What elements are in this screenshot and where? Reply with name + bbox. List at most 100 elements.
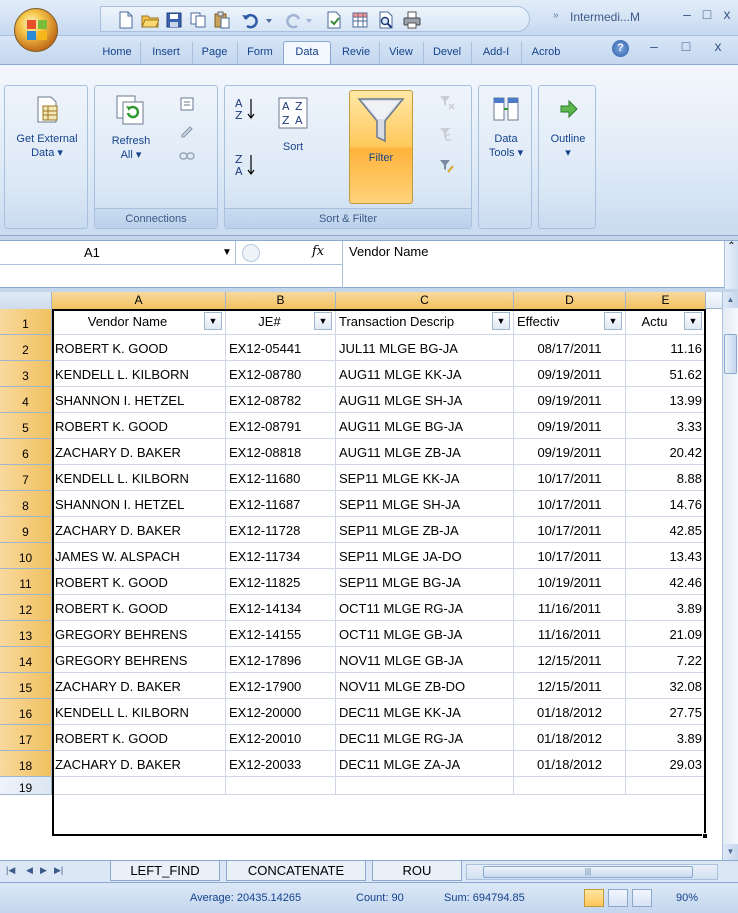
table-cell[interactable]: SEP11 MLGE ZB-JA	[336, 517, 514, 543]
select-all-corner[interactable]	[0, 292, 52, 309]
table-cell[interactable]: ZACHARY D. BAKER	[52, 751, 226, 777]
properties-icon[interactable]	[179, 122, 195, 138]
table-cell[interactable]: 01/18/2012	[514, 725, 626, 751]
name-box[interactable]: A1	[0, 241, 236, 265]
tab-view[interactable]: View	[379, 41, 423, 64]
edit-links-icon[interactable]	[179, 148, 195, 164]
get-external-data-button[interactable]: Get External Data ▾	[5, 94, 89, 160]
normal-view-icon[interactable]	[584, 889, 604, 907]
tab-insert[interactable]: Insert	[140, 41, 192, 64]
table-cell[interactable]: EX12-11680	[226, 465, 336, 491]
tab-add-ins[interactable]: Add-I	[471, 41, 521, 64]
scroll-down-icon[interactable]: ▼	[723, 844, 738, 860]
row-header[interactable]: 12	[0, 595, 52, 621]
sort-a-to-z-button[interactable]: AZ	[233, 96, 257, 128]
close-workbook-button[interactable]: x	[708, 38, 728, 58]
filter-dropdown-icon[interactable]: ▼	[684, 312, 702, 330]
table-cell[interactable]: SHANNON I. HETZEL	[52, 387, 226, 413]
tab-formulas[interactable]: Form	[237, 41, 283, 64]
header-cell[interactable]: Effectiv ▼	[514, 309, 626, 335]
empty-cell[interactable]	[52, 777, 226, 795]
redo-icon[interactable]	[285, 11, 303, 29]
table-cell[interactable]: 01/18/2012	[514, 699, 626, 725]
table-cell[interactable]: 09/19/2011	[514, 413, 626, 439]
connections-icon[interactable]	[179, 96, 195, 112]
print-icon[interactable]	[403, 11, 421, 29]
table-cell[interactable]: 11/16/2011	[514, 595, 626, 621]
row-header[interactable]: 10	[0, 543, 52, 569]
table-cell[interactable]: EX12-08782	[226, 387, 336, 413]
table-cell[interactable]: JUL11 MLGE BG-JA	[336, 335, 514, 361]
table-cell[interactable]: SEP11 MLGE SH-JA	[336, 491, 514, 517]
close-window-button[interactable]: x	[716, 5, 738, 25]
table-cell[interactable]: ZACHARY D. BAKER	[52, 517, 226, 543]
filter-dropdown-icon[interactable]: ▼	[204, 312, 222, 330]
qat-more-button[interactable]: »	[553, 10, 559, 21]
table-cell[interactable]: EX12-17900	[226, 673, 336, 699]
table-cell[interactable]: EX12-14134	[226, 595, 336, 621]
table-cell[interactable]: 01/18/2012	[514, 751, 626, 777]
table-cell[interactable]: 13.99	[626, 387, 706, 413]
outline-button[interactable]: Outline ▾	[539, 94, 597, 160]
column-header-c[interactable]: C	[336, 292, 514, 309]
table-cell[interactable]: 42.46	[626, 569, 706, 595]
spreadsheet-grid[interactable]: A B C D E 1 2 3 4 5 6 7 8 9 10 11 12 13 14 15 16 17 18 19 …	[0, 292, 722, 860]
table-cell[interactable]: GREGORY BEHRENS	[52, 621, 226, 647]
tab-data[interactable]: Data	[283, 41, 331, 64]
prev-sheet-icon[interactable]: ◀	[26, 865, 33, 876]
table-cell[interactable]: 29.03	[626, 751, 706, 777]
table-cell[interactable]: AUG11 MLGE BG-JA	[336, 413, 514, 439]
minimize-ribbon-button[interactable]: –	[644, 38, 664, 58]
table-cell[interactable]: EX12-08818	[226, 439, 336, 465]
table-cell[interactable]: ROBERT K. GOOD	[52, 569, 226, 595]
spreadsheet-icon[interactable]	[351, 11, 369, 29]
maximize-window-button[interactable]: □	[696, 5, 718, 25]
table-cell[interactable]: GREGORY BEHRENS	[52, 647, 226, 673]
sheet-tab-concatenate[interactable]: CONCATENATE	[226, 861, 366, 881]
table-cell[interactable]: 10/17/2011	[514, 517, 626, 543]
scroll-up-icon[interactable]: ▲	[723, 292, 738, 308]
copy-icon[interactable]	[189, 11, 207, 29]
formula-cancel-icon[interactable]	[242, 244, 260, 262]
table-cell[interactable]: SEP11 MLGE BG-JA	[336, 569, 514, 595]
table-cell[interactable]: ROBERT K. GOOD	[52, 595, 226, 621]
tab-acrobat[interactable]: Acrob	[521, 41, 571, 64]
vertical-scroll-thumb[interactable]	[724, 334, 737, 374]
help-icon[interactable]: ?	[612, 40, 629, 57]
formula-bar-expand-icon[interactable]: ⌃	[724, 241, 738, 289]
data-tools-button[interactable]: Data Tools ▾	[479, 94, 533, 160]
tab-review[interactable]: Revie	[333, 41, 379, 64]
header-cell[interactable]: JE# ▼	[226, 309, 336, 335]
table-cell[interactable]: 11/16/2011	[514, 621, 626, 647]
table-cell[interactable]: 10/17/2011	[514, 465, 626, 491]
table-cell[interactable]: EX12-20033	[226, 751, 336, 777]
advanced-filter-icon[interactable]	[439, 158, 455, 174]
save-icon[interactable]	[165, 11, 183, 29]
minimize-window-button[interactable]: –	[676, 5, 698, 25]
export-pdf-icon[interactable]	[325, 11, 343, 29]
table-cell[interactable]: SEP11 MLGE JA-DO	[336, 543, 514, 569]
table-cell[interactable]: EX12-20000	[226, 699, 336, 725]
row-header[interactable]: 14	[0, 647, 52, 673]
table-cell[interactable]: SEP11 MLGE KK-JA	[336, 465, 514, 491]
table-cell[interactable]: EX12-11687	[226, 491, 336, 517]
table-cell[interactable]: 20.42	[626, 439, 706, 465]
table-cell[interactable]: 10/17/2011	[514, 491, 626, 517]
column-header-e[interactable]: E	[626, 292, 706, 309]
table-cell[interactable]: 3.89	[626, 595, 706, 621]
empty-cell[interactable]	[514, 777, 626, 795]
row-header[interactable]: 1	[0, 309, 52, 335]
table-cell[interactable]: 09/19/2011	[514, 439, 626, 465]
table-cell[interactable]: 8.88	[626, 465, 706, 491]
horizontal-scroll-thumb[interactable]: |||	[483, 866, 693, 878]
row-header[interactable]: 11	[0, 569, 52, 595]
table-cell[interactable]: KENDELL L. KILBORN	[52, 465, 226, 491]
table-cell[interactable]: 3.89	[626, 725, 706, 751]
table-cell[interactable]: EX12-08780	[226, 361, 336, 387]
table-cell[interactable]: 11.16	[626, 335, 706, 361]
row-header[interactable]: 2	[0, 335, 52, 361]
open-folder-icon[interactable]	[141, 11, 159, 29]
table-cell[interactable]: 42.85	[626, 517, 706, 543]
table-cell[interactable]: 7.22	[626, 647, 706, 673]
table-cell[interactable]: 14.76	[626, 491, 706, 517]
